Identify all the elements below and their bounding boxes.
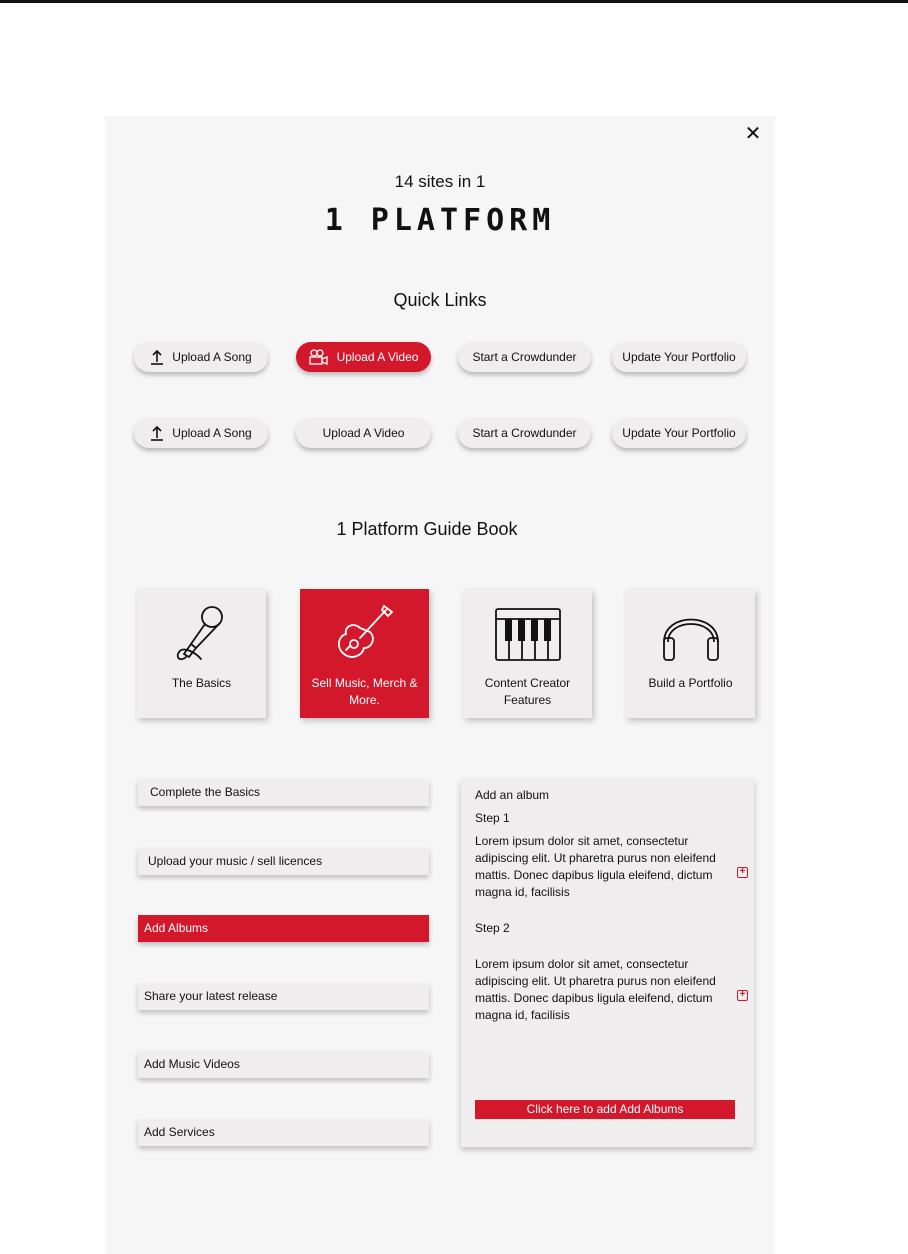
update-portfolio-button[interactable]: Update Your Portfolio xyxy=(612,418,746,448)
step-complete-basics[interactable]: Complete the Basics xyxy=(138,779,429,806)
microphone-icon xyxy=(176,606,223,661)
guitar-icon xyxy=(338,604,394,658)
start-crowdunder-button[interactable]: Start a Crowdunder xyxy=(458,418,591,448)
update-portfolio-label: Update Your Portfolio xyxy=(622,350,736,364)
upload-song-button[interactable]: Upload A Song xyxy=(134,342,268,372)
upload-video-button[interactable]: Upload A Video xyxy=(296,418,431,448)
card-content-creator[interactable]: Content Creator Features xyxy=(463,589,592,718)
headphones-icon xyxy=(663,618,719,661)
platform-logo: 1 PLATFORM xyxy=(324,203,556,238)
start-crowdunder-label: Start a Crowdunder xyxy=(472,426,577,440)
add-albums-button[interactable]: Click here to add Add Albums xyxy=(475,1100,735,1119)
step-add-albums[interactable]: Add Albums xyxy=(138,915,429,942)
step-share-release[interactable]: Share your latest release xyxy=(138,983,429,1010)
expand-icon[interactable]: + xyxy=(737,867,748,878)
card-sell-music[interactable]: Sell Music, Merch & More. xyxy=(300,589,429,718)
step2-text: Lorem ipsum dolor sit amet, consectetur … xyxy=(475,957,716,1022)
tagline: 14 sites in 1 xyxy=(394,172,486,191)
step-add-music-videos[interactable]: Add Music Videos xyxy=(138,1051,429,1078)
step1-text: Lorem ipsum dolor sit amet, consectetur … xyxy=(475,834,716,899)
detail-title: Add an album xyxy=(475,788,550,802)
upload-video-label: Upload A Video xyxy=(322,426,405,440)
start-crowdunder-button[interactable]: Start a Crowdunder xyxy=(458,342,591,372)
expand-icon[interactable]: + xyxy=(737,990,748,1001)
upload-video-button[interactable]: Upload A Video xyxy=(296,342,431,372)
video-camera-icon xyxy=(308,349,329,365)
step-add-services[interactable]: Add Services xyxy=(138,1119,429,1146)
upload-video-label: Upload A Video xyxy=(336,350,419,364)
top-border xyxy=(0,0,908,3)
upload-icon xyxy=(150,349,164,365)
upload-song-label: Upload A Song xyxy=(172,350,252,364)
quick-links-title: Quick Links xyxy=(393,290,487,310)
card-label: Sell Music, Merch & More. xyxy=(311,676,418,707)
card-build-portfolio[interactable]: Build a Portfolio xyxy=(626,589,755,718)
card-label: Build a Portfolio xyxy=(648,676,733,690)
card-label: The Basics xyxy=(171,676,232,690)
upload-song-label: Upload A Song xyxy=(172,426,252,440)
update-portfolio-label: Update Your Portfolio xyxy=(622,426,736,440)
upload-song-button[interactable]: Upload A Song xyxy=(134,418,268,448)
close-icon[interactable]: ✕ xyxy=(740,123,766,145)
card-the-basics[interactable]: The Basics xyxy=(137,589,266,718)
card-label: Content Creator Features xyxy=(484,676,571,707)
step-upload-music[interactable]: Upload your music / sell licences xyxy=(138,848,429,875)
upload-icon xyxy=(150,425,164,441)
update-portfolio-button[interactable]: Update Your Portfolio xyxy=(612,342,746,372)
guide-book-title: 1 Platform Guide Book xyxy=(336,519,518,539)
step2-label: Step 2 xyxy=(475,921,510,935)
piano-keys-icon xyxy=(495,608,561,661)
start-crowdunder-label: Start a Crowdunder xyxy=(472,350,577,364)
step1-label: Step 1 xyxy=(475,811,510,825)
